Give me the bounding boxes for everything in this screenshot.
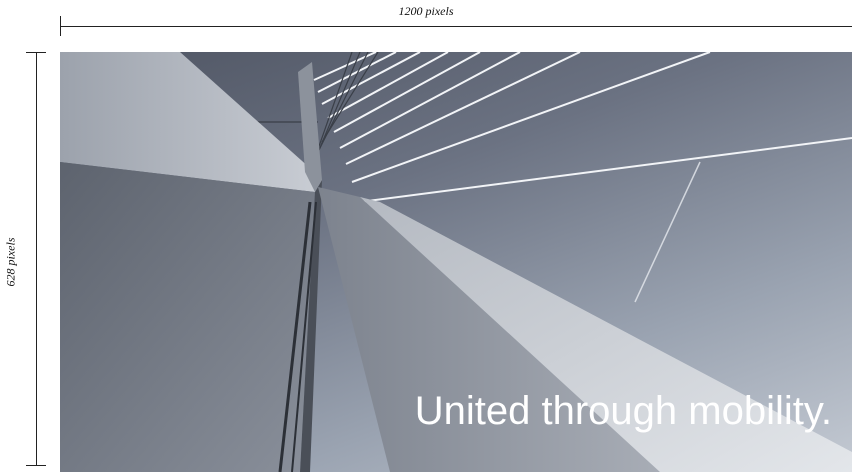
- width-dimension-line: [60, 26, 852, 27]
- height-dimension-label: 628 pixels: [3, 237, 18, 287]
- banner-tagline: United through mobility.: [414, 389, 832, 433]
- width-dimension-label: 1200 pixels: [398, 4, 454, 18]
- height-dimension-tick-bottom: [26, 465, 46, 466]
- banner-photo: United through mobility.: [60, 52, 852, 472]
- width-dimension-tick: [60, 16, 61, 36]
- height-dimension-tick-top: [26, 52, 46, 53]
- height-dimension-line: [36, 52, 37, 466]
- bridge-cables: [313, 52, 852, 203]
